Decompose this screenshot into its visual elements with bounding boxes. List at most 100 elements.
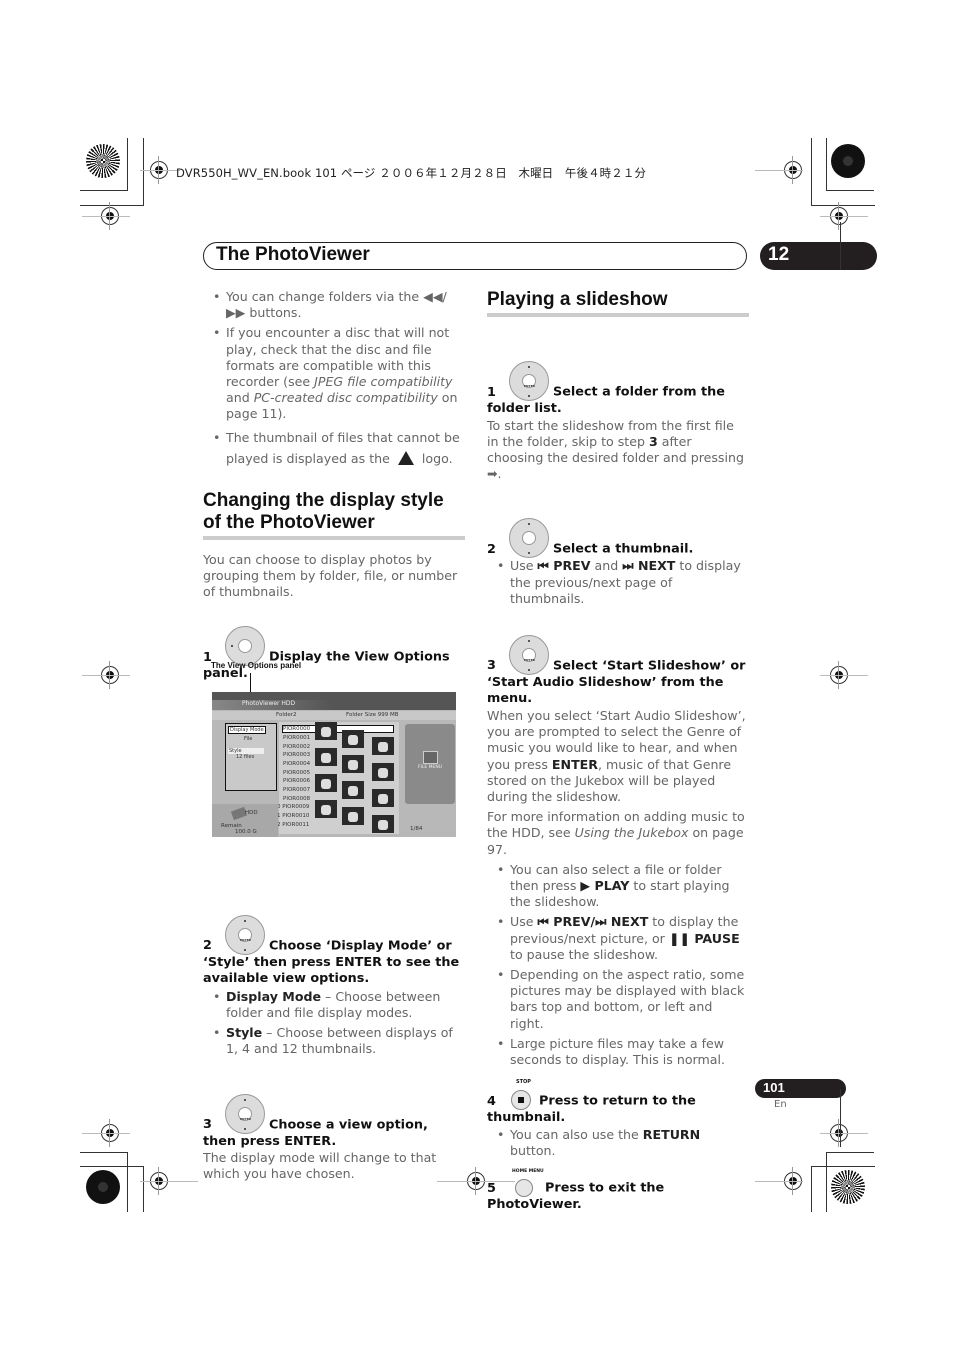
crop-mark [811,205,875,206]
section-intro: You can choose to display photos by grou… [203,551,458,600]
file-row: PIOR0003 [283,752,311,758]
thumbnail [342,807,364,825]
crop-mark [82,1133,130,1134]
list-item: Large picture files may take a few secon… [487,1036,749,1068]
thumbnail [342,730,364,748]
page-number-tab: 101 [755,1079,846,1098]
print-book-info: DVR550H_WV_EN.book 101 ページ ２００６年１２月２８日 木… [176,166,647,180]
chapter-title: The PhotoViewer [216,244,370,265]
step-1: 1 Display the View Options panel. [203,626,465,683]
thumbnail [315,722,337,740]
file-row: PIOR0004 [283,761,311,767]
registration-star-bottom-left [86,1170,120,1204]
crop-mark [840,1089,841,1147]
crop-mark [811,1166,875,1167]
registration-star-bottom-right [831,1170,865,1204]
step-2-bullets: Use ⏮ PREV and ⏭ NEXT to display the pre… [487,558,749,607]
dpad-enter-icon [225,1093,265,1134]
screen-title: PhotoViewer HDD [242,700,296,707]
step-3: 3Select ‘Start Slideshow’ or ‘Start Audi… [487,634,749,708]
crop-mark [840,222,841,270]
folder-name: Folder2 [276,712,297,718]
warning-triangle-icon [397,450,414,465]
thumbnail [372,789,394,807]
step-2: 2 Select a thumbnail. [487,518,749,559]
remain-value: 100.0 G [235,829,257,835]
crop-mark [820,216,868,217]
crop-mark [143,138,144,206]
file-row: PIOR0006 [283,778,311,784]
thumbnail [315,800,337,818]
section-title-display-style: Changing the display style of the PhotoV… [203,490,465,540]
list-item: You can also select a file or folder the… [487,862,749,911]
list-item: You can change folders via the ◀◀/▶▶ but… [203,289,465,321]
crop-mark [755,170,803,171]
folder-size: Folder Size 999 MB [346,712,399,718]
chapter-number: 12 [768,244,790,265]
file-row: PIOR0002 [283,744,311,750]
list-item: Depending on the aspect ratio, some pict… [487,967,749,1032]
step-1: 1Select a folder from the folder list. [487,361,749,418]
crop-mark [80,190,128,191]
thumbnail [315,774,337,792]
step-3-body: When you select ‘Start Audio Slideshow’,… [487,707,746,804]
list-item: Style – Choose between displays of 1, 4 … [203,1025,465,1057]
registration-star-top-left [86,144,120,178]
thumbnail [372,737,394,755]
step-5: HOME MENU 5 Press to exit the PhotoViewer… [487,1169,749,1214]
step-4-bullets: You can also use the RETURN button. [487,1127,749,1159]
crop-mark [80,1152,128,1153]
display-mode-label: Display Mode [228,726,266,734]
crop-mark [140,170,180,171]
language-label: En [774,1099,787,1110]
registration-star-top-right [831,144,865,178]
crop-mark [143,1166,144,1212]
list-item: If you encounter a disc that will not pl… [203,325,465,422]
crop-mark [127,138,128,190]
hdd-label: HDD [245,810,258,816]
list-item: Use ⏮ PREV and ⏭ NEXT to display the pre… [487,558,749,607]
file-menu-panel: FILE MENU [405,724,455,804]
crop-mark [140,1181,198,1182]
step-2: 2Choose ‘Display Mode’ or ‘Style’ then p… [203,914,465,988]
home-menu-button-label: HOME MENU [512,1169,544,1175]
display-mode-value: File [244,736,253,742]
crop-mark [82,675,130,676]
step-2-bullets: Display Mode – Choose between folder and… [203,989,465,1058]
crop-mark [826,190,874,191]
crop-mark [820,1133,868,1134]
dpad-enter-icon [225,914,265,955]
chapter-number-tab: 12 [760,242,877,270]
crop-mark [826,1152,874,1153]
crop-mark [820,675,868,676]
step-3-body: The display mode will change to that whi… [203,1150,437,1182]
file-menu-label: FILE MENU [417,765,443,770]
step-4: STOP 4 Press to return to the thumbnail. [487,1079,749,1127]
page-number: 101 [763,1080,785,1095]
crop-mark [755,1181,803,1182]
section-title-slideshow: Playing a slideshow [487,289,749,317]
list-item: You can also use the RETURN button. [487,1127,749,1159]
crop-mark [127,1152,128,1212]
crop-mark [826,1152,827,1212]
thumbnail [372,815,394,833]
figure-callout-label: The View Options panel [211,661,302,670]
step-3-bullets: You can also select a file or folder the… [487,862,749,1068]
crop-mark [826,138,827,190]
thumbnail [342,781,364,799]
intro-bullets: You can change folders via the ◀◀/▶▶ but… [203,289,465,469]
file-row: PIOR0000 [282,725,394,733]
crop-mark [80,1166,144,1167]
step-3: 3Choose a view option, then press ENTER. [203,1093,465,1151]
list-item: The thumbnail of files that cannot be pl… [203,427,465,469]
list-item: Display Mode – Choose between folder and… [203,989,465,1021]
photoviewer-screenshot: PhotoViewer HDD Folder2 Folder Size 999 … [212,692,456,837]
right-column: Playing a slideshow 1Select a folder fro… [487,289,749,1214]
crop-mark [811,138,812,206]
style-value: 12 files [236,754,255,760]
step-1-body: To start the slideshow from the first fi… [487,417,744,482]
dpad-enter-icon [509,634,549,675]
list-item: Use ⏮ PREV/⏭ NEXT to display the previou… [487,914,749,963]
file-row: PIOR0005 [283,770,311,776]
crop-mark [80,205,144,206]
